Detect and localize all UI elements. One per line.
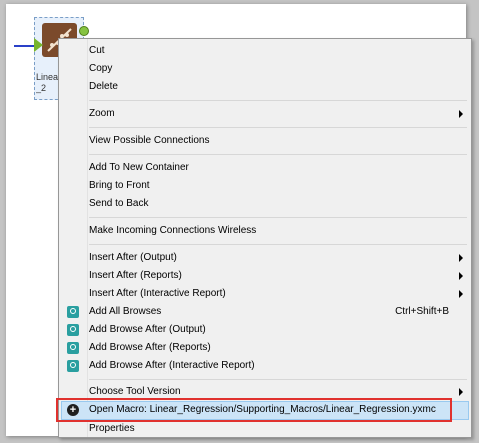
output-anchor-icon[interactable]: [79, 26, 89, 36]
menu-item-label: Add All Browses: [89, 306, 162, 317]
menu-item-copy[interactable]: Copy: [89, 60, 469, 78]
menu-item-label: Insert After (Interactive Report): [89, 288, 226, 299]
menu-item-browse-reports[interactable]: Add Browse After (Reports): [89, 339, 469, 357]
menu-item-label: Add Browse After (Reports): [89, 342, 211, 353]
menu-item-insert-output[interactable]: Insert After (Output): [89, 249, 469, 267]
menu-item-label: Delete: [89, 81, 118, 92]
menu-item-choose-version[interactable]: Choose Tool Version: [89, 383, 469, 401]
browse-icon: [67, 306, 79, 318]
plus-circle-icon: +: [67, 404, 79, 416]
menu-icon-gutter: [59, 39, 88, 437]
menu-item-label: Insert After (Output): [89, 252, 177, 263]
menu-item-label: Copy: [89, 63, 113, 74]
menu-item-add-container[interactable]: Add To New Container: [89, 159, 469, 177]
browse-icon: [67, 360, 79, 372]
menu-item-label: Zoom: [89, 108, 115, 119]
menu-item-label: Bring to Front: [89, 180, 150, 191]
menu-item-insert-reports[interactable]: Insert After (Reports): [89, 267, 469, 285]
browse-icon: [67, 342, 79, 354]
browse-icon: [67, 324, 79, 336]
menu-item-label: Insert After (Reports): [89, 270, 182, 281]
menu-item-label: Open Macro: Linear_Regression/Supporting…: [89, 404, 436, 415]
menu-separator: [89, 379, 467, 380]
menu-item-label: Send to Back: [89, 198, 149, 209]
menu-item-browse-output[interactable]: Add Browse After (Output): [89, 321, 469, 339]
menu-item-wireless[interactable]: Make Incoming Connections Wireless: [89, 222, 469, 240]
menu-item-view-connections[interactable]: View Possible Connections: [89, 132, 469, 150]
submenu-arrow-icon: [459, 290, 463, 298]
menu-item-insert-interactive[interactable]: Insert After (Interactive Report): [89, 285, 469, 303]
menu-item-label: Cut: [89, 45, 105, 56]
menu-separator: [89, 127, 467, 128]
menu-item-label: Add Browse After (Output): [89, 324, 206, 335]
menu-item-label: Add To New Container: [89, 162, 189, 173]
shortcut-label: Ctrl+Shift+B: [395, 306, 449, 317]
menu-item-open-macro[interactable]: Open Macro: Linear_Regression/Supporting…: [89, 401, 469, 419]
menu-separator: [89, 100, 467, 101]
menu-item-delete[interactable]: Delete: [89, 78, 469, 96]
submenu-arrow-icon: [459, 272, 463, 280]
menu-item-zoom[interactable]: Zoom: [89, 105, 469, 123]
context-menu: Cut Copy Delete Zoom View Possible Conne…: [58, 38, 472, 438]
menu-item-label: View Possible Connections: [89, 135, 210, 146]
menu-item-browse-interactive[interactable]: Add Browse After (Interactive Report): [89, 357, 469, 375]
menu-item-add-all-browses[interactable]: Add All Browses Ctrl+Shift+B: [89, 303, 469, 321]
menu-item-label: Add Browse After (Interactive Report): [89, 360, 255, 371]
menu-item-properties[interactable]: Properties: [89, 420, 469, 438]
menu-item-cut[interactable]: Cut: [89, 42, 469, 60]
menu-item-label: Choose Tool Version: [89, 386, 181, 397]
menu-item-label: Make Incoming Connections Wireless: [89, 225, 257, 236]
menu-item-label: Properties: [89, 423, 135, 434]
menu-separator: [89, 244, 467, 245]
submenu-arrow-icon: [459, 388, 463, 396]
submenu-arrow-icon: [459, 110, 463, 118]
menu-separator: [89, 154, 467, 155]
menu-separator: [89, 217, 467, 218]
menu-item-send-back[interactable]: Send to Back: [89, 195, 469, 213]
menu-item-bring-front[interactable]: Bring to Front: [89, 177, 469, 195]
submenu-arrow-icon: [459, 254, 463, 262]
